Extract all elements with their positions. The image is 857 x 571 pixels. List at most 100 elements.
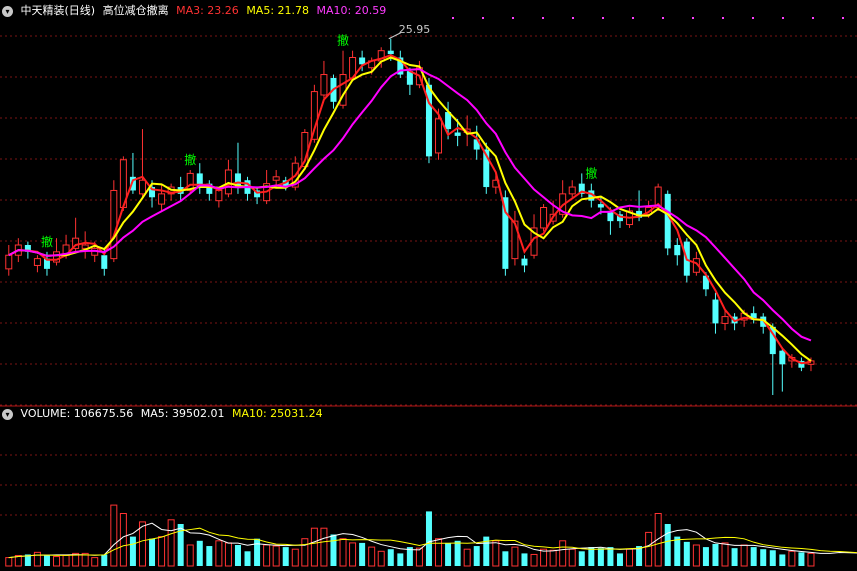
candle-body <box>721 316 729 324</box>
candle-body <box>215 189 223 202</box>
volume-bar <box>359 542 366 566</box>
candle-body <box>435 118 443 154</box>
volume-bar <box>549 549 557 567</box>
volume-bar <box>415 547 423 567</box>
marker-dot <box>752 17 754 19</box>
candle-body <box>320 74 328 96</box>
signal-label: 撤 <box>41 234 53 249</box>
marker-dot <box>662 17 664 19</box>
volume-bar <box>310 527 318 567</box>
volume-bar <box>463 548 471 567</box>
candle-body <box>779 350 786 365</box>
marker-dot <box>842 17 844 19</box>
volume-bar <box>530 553 538 567</box>
volume-bar <box>626 548 634 567</box>
candle-body <box>101 255 108 269</box>
ma3-line <box>8 54 812 365</box>
high-marker-label: 25.95 <box>399 23 431 36</box>
marker-dot <box>512 17 514 19</box>
candle-body <box>664 193 671 249</box>
volume-bar <box>473 546 480 566</box>
marker-dot <box>572 17 574 19</box>
ma10-line <box>8 68 812 342</box>
volume-bar <box>731 548 738 566</box>
volume-ma10-line <box>8 527 857 559</box>
candle-body <box>521 258 528 266</box>
volume-bar <box>521 553 528 566</box>
volume-bar <box>167 519 175 567</box>
volume-bar <box>511 546 519 567</box>
volume-bar <box>788 550 796 567</box>
candle-body <box>387 50 394 55</box>
marker-dot <box>722 17 724 19</box>
volume-bar <box>578 551 585 566</box>
volume-bar <box>43 555 50 566</box>
candle-body <box>272 176 280 181</box>
volume-bar <box>760 549 767 566</box>
candle-body <box>5 254 13 270</box>
candlestick-chart[interactable]: 撤撤撤撤25.95 <box>0 0 857 571</box>
volume-bar <box>779 554 786 566</box>
candle-body <box>138 179 146 195</box>
volume-bar <box>750 547 757 566</box>
marker-dot <box>782 17 784 19</box>
volume-bar <box>91 557 99 567</box>
volume-bar <box>492 540 500 567</box>
volume-bar <box>339 538 347 567</box>
marker-dot <box>452 17 454 19</box>
candle-body <box>540 207 548 229</box>
volume-bar <box>330 534 337 566</box>
volume-bar <box>349 542 357 567</box>
volume-bar <box>301 538 309 567</box>
volume-bar <box>186 544 194 567</box>
volume-bar <box>712 543 719 566</box>
candle-body <box>597 204 604 208</box>
volume-bar <box>33 551 41 567</box>
volume-bar <box>158 536 166 567</box>
volume-bar <box>445 542 452 566</box>
candle-body <box>158 193 166 205</box>
candle-body <box>674 245 681 256</box>
candle-body <box>454 132 461 136</box>
volume-bar <box>254 538 261 566</box>
volume-bar <box>110 504 118 567</box>
signal-label: 撤 <box>585 166 597 181</box>
volume-bar <box>387 549 394 566</box>
volume-bar <box>654 513 662 567</box>
volume-bar <box>740 544 748 567</box>
marker-dot <box>542 17 544 19</box>
volume-bar <box>291 548 299 567</box>
volume-bar <box>368 546 376 567</box>
volume-bar <box>149 538 156 566</box>
volume-bar <box>664 524 671 566</box>
candle-body <box>568 186 576 195</box>
volume-bar <box>674 536 681 566</box>
signal-label: 撤 <box>337 33 349 48</box>
volume-bar <box>425 511 432 566</box>
volume-bar <box>53 556 61 567</box>
volume-bar <box>721 542 729 567</box>
volume-bar <box>607 547 614 566</box>
volume-bar <box>234 545 241 566</box>
volume-bar <box>807 552 815 567</box>
volume-bar <box>244 551 251 566</box>
candle-body <box>359 57 366 65</box>
volume-bar <box>559 540 567 567</box>
signal-label: 撤 <box>184 152 196 167</box>
volume-bar <box>119 513 127 567</box>
candle-body <box>712 299 719 324</box>
volume-bar <box>62 555 70 567</box>
volume-bar <box>320 527 328 567</box>
volume-ma5-line <box>8 522 857 559</box>
volume-bar <box>692 544 700 567</box>
volume-bar <box>272 545 280 567</box>
volume-bar <box>798 552 805 566</box>
volume-bar <box>5 557 13 567</box>
volume-bar <box>588 547 595 566</box>
candle-body <box>33 258 41 266</box>
marker-dot <box>692 17 694 19</box>
marker-dot <box>482 17 484 19</box>
marker-dot <box>632 17 634 19</box>
marker-dot <box>602 17 604 19</box>
volume-bar <box>702 547 709 566</box>
